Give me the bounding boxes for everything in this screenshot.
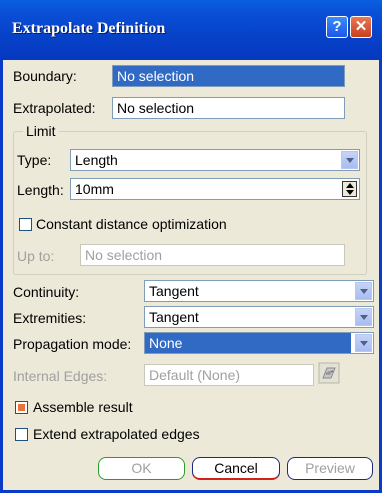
edge-selector-icon[interactable] [318,362,340,384]
extremities-label: Extremities: [13,310,87,326]
help-button[interactable]: ? [326,16,348,38]
internal-edges-field[interactable]: Default (None) [144,364,314,386]
chevron-down-icon[interactable] [341,151,358,169]
extend-edges-label: Extend extrapolated edges [33,426,200,442]
propagation-label: Propagation mode: [13,336,132,352]
extremities-combo[interactable]: Tangent [144,306,374,328]
title-bar[interactable]: Extrapolate Definition ? ✕ [0,0,382,60]
assemble-result-checkbox[interactable] [15,401,28,414]
propagation-value: None [145,333,351,353]
type-label: Type: [17,152,52,168]
length-value: 10mm [75,181,114,197]
length-label: Length: [17,182,64,198]
boundary-label: Boundary: [13,68,77,84]
boundary-field[interactable]: No selection [112,65,345,87]
constant-distance-checkbox[interactable] [19,218,32,231]
up-to-label: Up to: [17,248,55,264]
continuity-label: Continuity: [13,284,80,300]
length-field[interactable]: 10mm [70,178,360,200]
chevron-down-icon[interactable] [355,334,372,352]
extremities-value: Tangent [149,309,199,325]
propagation-combo[interactable]: None [144,332,374,354]
spin-updown-icon[interactable] [342,181,357,197]
limit-legend: Limit [23,123,59,139]
preview-button[interactable]: Preview [287,457,373,480]
type-value: Length [75,152,118,168]
chevron-down-icon[interactable] [355,308,372,326]
extrapolated-label: Extrapolated: [13,100,96,116]
close-button[interactable]: ✕ [350,16,372,38]
up-to-field[interactable]: No selection [80,244,345,266]
boundary-value: No selection [113,66,344,86]
type-combo[interactable]: Length [70,149,360,171]
cancel-button[interactable]: Cancel [192,457,280,480]
dialog-body: Boundary: No selection Extrapolated: No … [3,60,376,490]
chevron-down-icon[interactable] [355,282,372,300]
ok-button[interactable]: OK [98,457,185,480]
extend-edges-checkbox[interactable] [15,428,28,441]
constant-distance-label: Constant distance optimization [36,216,227,232]
continuity-combo[interactable]: Tangent [144,280,374,302]
window-title: Extrapolate Definition [12,20,166,37]
assemble-result-label: Assemble result [33,399,133,415]
continuity-value: Tangent [149,283,199,299]
internal-edges-label: Internal Edges: [13,368,108,384]
extrapolated-field[interactable]: No selection [112,97,345,119]
